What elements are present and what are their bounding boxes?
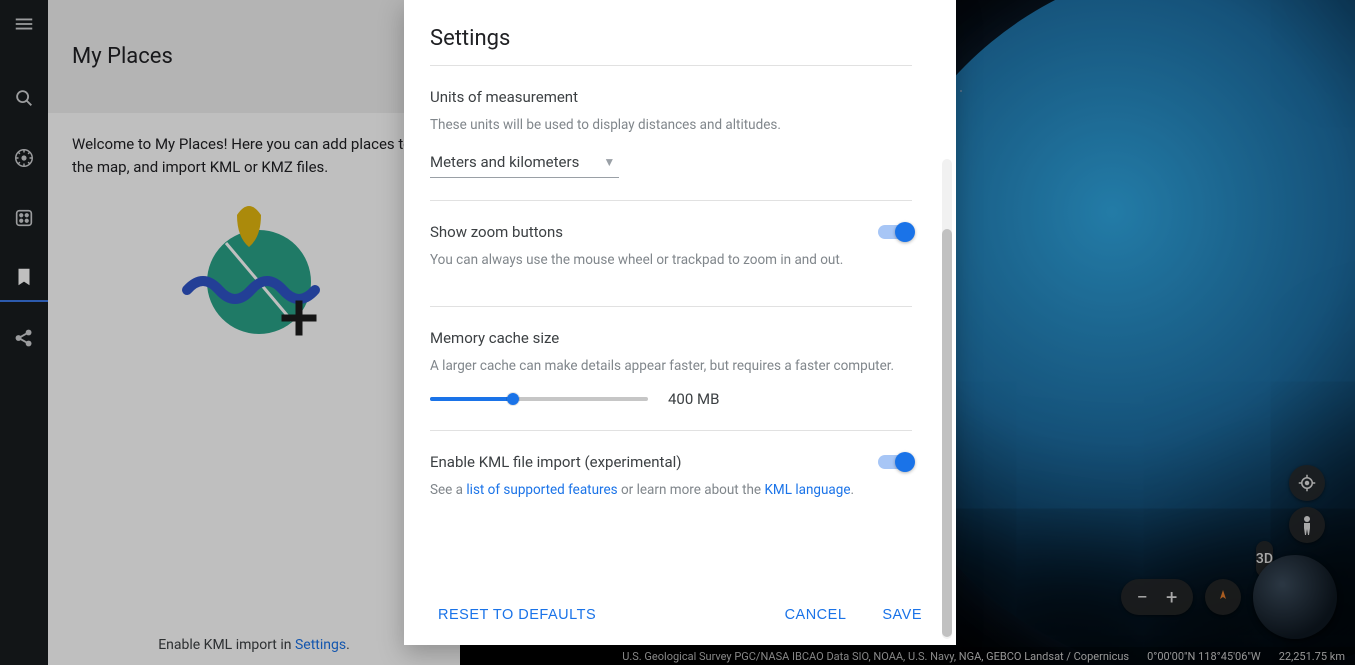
units-section: Units of measurement These units will be… bbox=[430, 65, 912, 200]
kml-toggle[interactable] bbox=[878, 455, 912, 469]
zoom-buttons-desc: You can always use the mouse wheel or tr… bbox=[430, 251, 912, 270]
cache-section: Memory cache size A larger cache can mak… bbox=[430, 306, 912, 430]
save-button[interactable]: SAVE bbox=[876, 599, 928, 631]
settings-dialog: Settings ▲ Units of measurement These un… bbox=[404, 0, 956, 645]
cache-value: 400 MB bbox=[668, 390, 719, 408]
kml-desc: See a list of supported features or lear… bbox=[430, 481, 912, 500]
kml-language-link[interactable]: KML language bbox=[764, 482, 850, 498]
kml-title: Enable KML file import (experimental) bbox=[430, 453, 681, 471]
scrollbar-thumb[interactable] bbox=[942, 229, 952, 637]
cache-title: Memory cache size bbox=[430, 329, 912, 347]
cancel-button[interactable]: CANCEL bbox=[779, 599, 853, 631]
zoom-buttons-title: Show zoom buttons bbox=[430, 223, 563, 241]
cache-slider[interactable] bbox=[430, 397, 648, 401]
units-value: Meters and kilometers bbox=[430, 153, 579, 171]
cache-desc: A larger cache can make details appear f… bbox=[430, 357, 912, 376]
kml-section: Enable KML file import (experimental) Se… bbox=[430, 430, 912, 520]
settings-title: Settings bbox=[404, 0, 956, 59]
kml-features-link[interactable]: list of supported features bbox=[466, 482, 617, 498]
zoom-buttons-section: Show zoom buttons You can always use the… bbox=[430, 200, 912, 306]
units-title: Units of measurement bbox=[430, 88, 912, 106]
reset-defaults-button[interactable]: RESET TO DEFAULTS bbox=[432, 599, 602, 631]
units-select[interactable]: Meters and kilometers ▼ bbox=[430, 149, 619, 178]
dialog-actions: RESET TO DEFAULTS CANCEL SAVE bbox=[404, 585, 956, 645]
units-desc: These units will be used to display dist… bbox=[430, 116, 912, 135]
zoom-buttons-toggle[interactable] bbox=[878, 225, 912, 239]
chevron-down-icon: ▼ bbox=[603, 155, 615, 169]
